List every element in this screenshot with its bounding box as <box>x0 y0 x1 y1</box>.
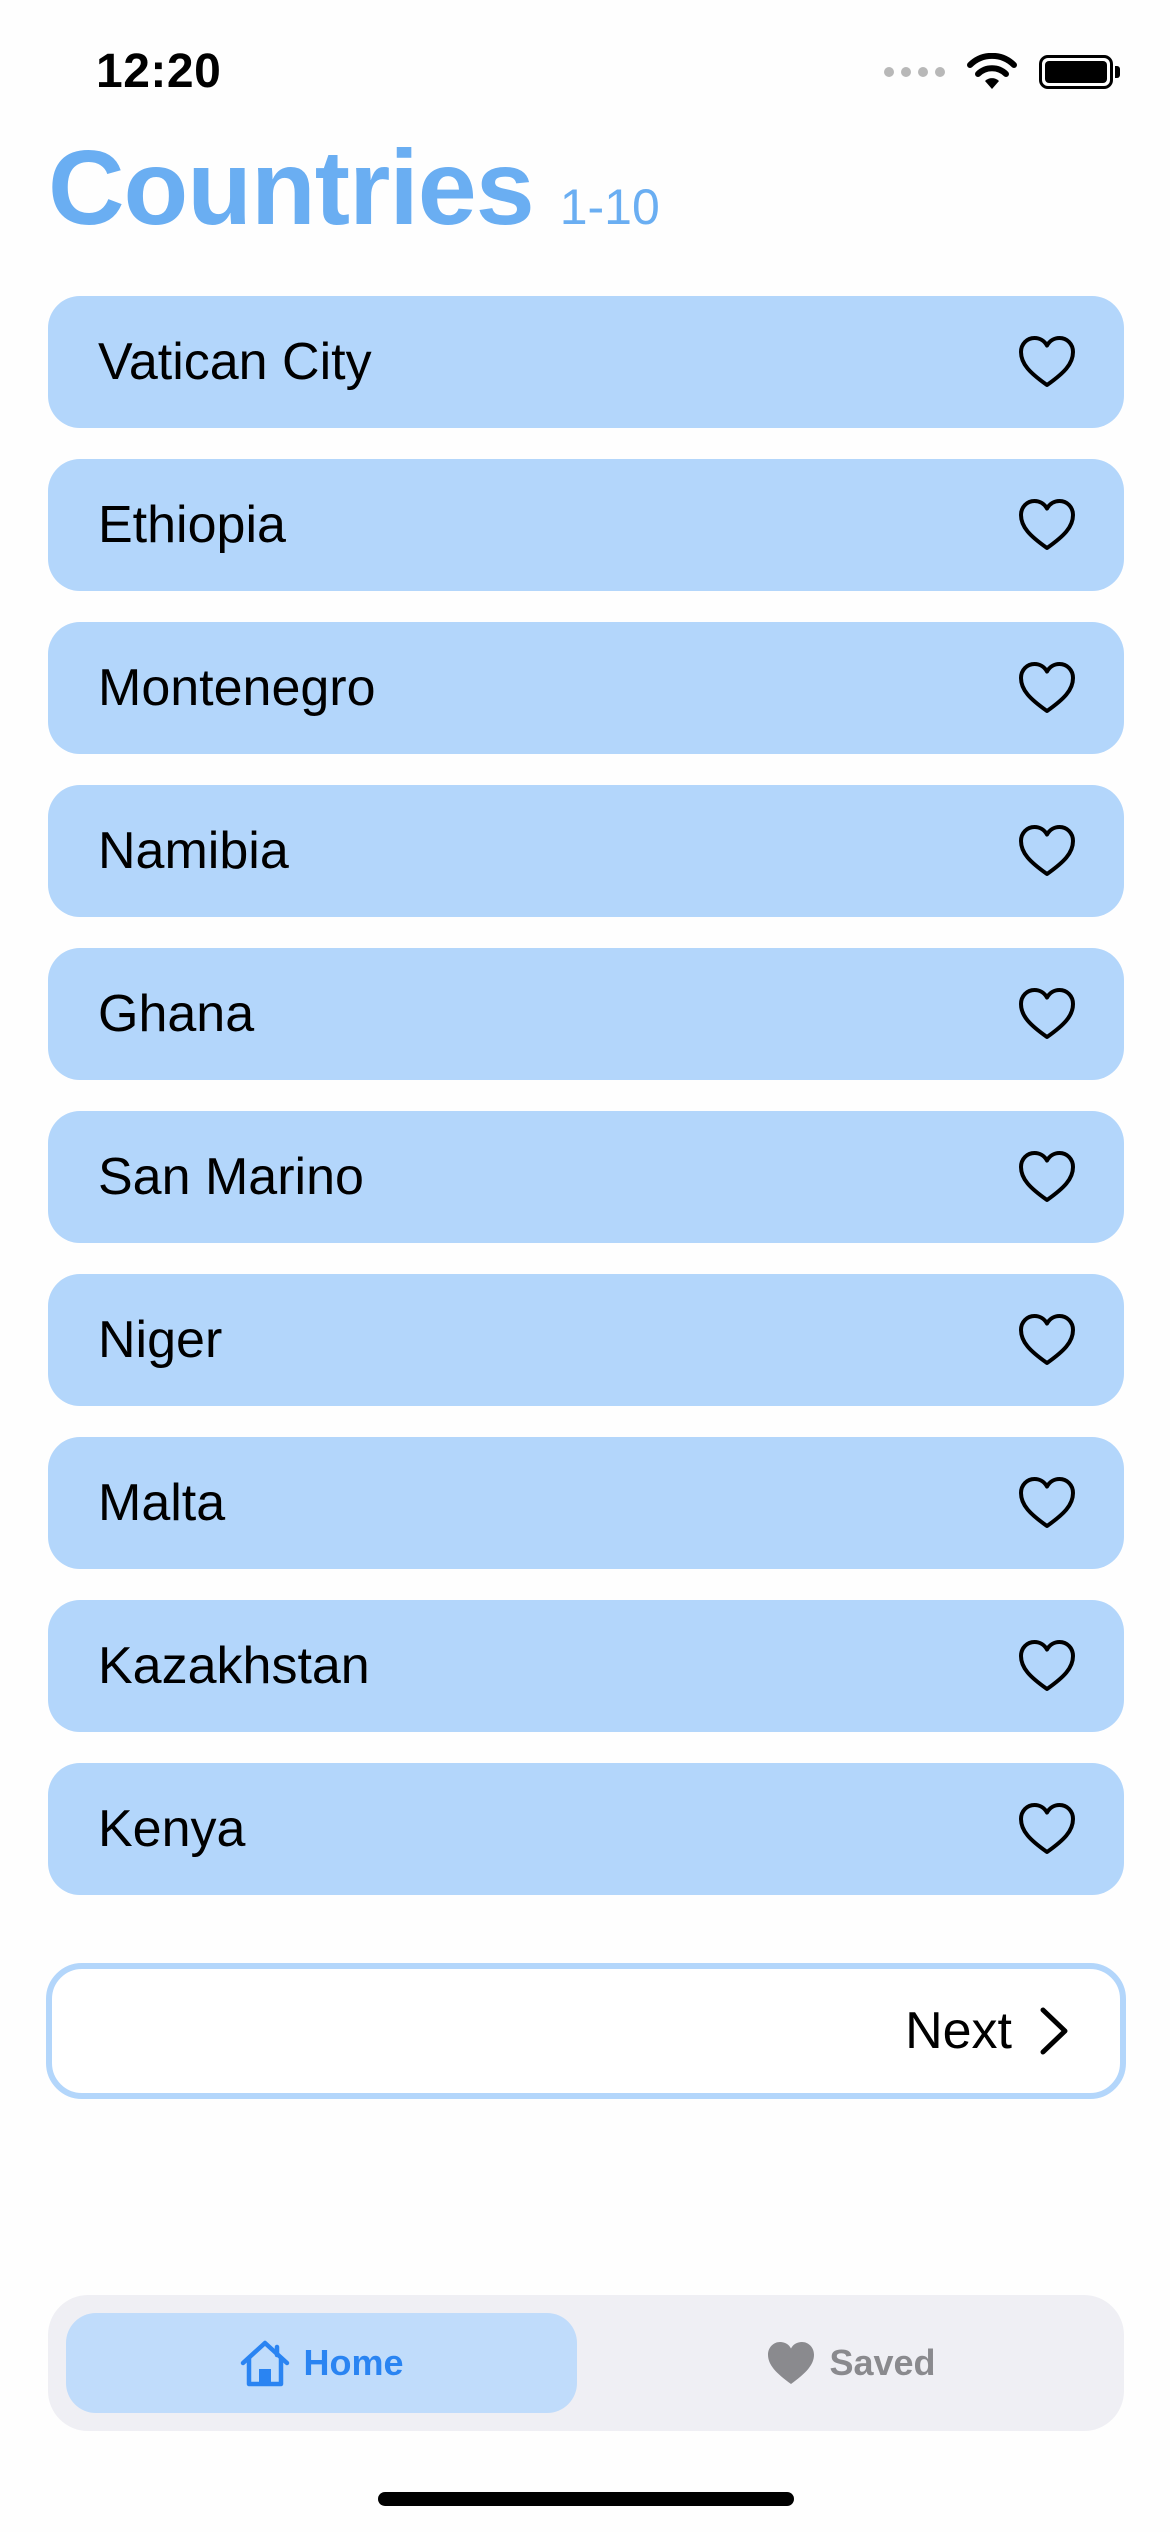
country-row-3[interactable]: Montenegro <box>48 622 1124 754</box>
heart-outline-icon[interactable] <box>1018 1313 1076 1367</box>
app-screen: 12:20 Countries 1-10 Vatican City Ethiop… <box>0 0 1170 2532</box>
country-row-9[interactable]: Kazakhstan <box>48 1600 1124 1732</box>
heart-outline-icon[interactable] <box>1018 1476 1076 1530</box>
heart-outline-icon[interactable] <box>1018 1150 1076 1204</box>
country-row-7[interactable]: Niger <box>48 1274 1124 1406</box>
heart-outline-icon[interactable] <box>1018 1802 1076 1856</box>
tab-home-label: Home <box>303 2342 404 2383</box>
country-row-2[interactable]: Ethiopia <box>48 459 1124 591</box>
wifi-icon <box>967 53 1017 89</box>
tab-saved[interactable]: Saved <box>595 2313 1106 2413</box>
tab-home[interactable]: Home <box>66 2313 577 2413</box>
country-list: Vatican City Ethiopia Montenegro Namibia… <box>48 296 1124 1926</box>
country-row-6[interactable]: San Marino <box>48 1111 1124 1243</box>
heart-outline-icon[interactable] <box>1018 335 1076 389</box>
country-name: Ethiopia <box>98 496 286 554</box>
page-title: Countries <box>48 129 535 247</box>
country-name: Kenya <box>98 1800 246 1858</box>
heart-outline-icon[interactable] <box>1018 498 1076 552</box>
cellular-signal-icon <box>884 67 945 77</box>
status-time: 12:20 <box>96 45 222 98</box>
status-bar: 12:20 <box>0 0 1170 140</box>
country-name: Namibia <box>98 822 289 880</box>
page-range: 1-10 <box>559 179 660 235</box>
home-indicator[interactable] <box>378 2492 794 2506</box>
heart-outline-icon[interactable] <box>1018 1639 1076 1693</box>
battery-icon <box>1039 55 1120 89</box>
country-row-10[interactable]: Kenya <box>48 1763 1124 1895</box>
status-icons <box>884 50 1120 94</box>
heart-outline-icon[interactable] <box>1018 987 1076 1041</box>
next-label: Next <box>905 2002 1012 2060</box>
heart-filled-icon <box>768 2342 815 2384</box>
next-page-button[interactable]: Next <box>46 1963 1126 2099</box>
chevron-right-icon <box>1040 2007 1068 2055</box>
country-name: Malta <box>98 1474 226 1532</box>
country-name: Ghana <box>98 985 255 1043</box>
heart-outline-icon[interactable] <box>1018 824 1076 878</box>
country-row-8[interactable]: Malta <box>48 1437 1124 1569</box>
tab-saved-label: Saved <box>829 2342 936 2383</box>
heart-outline-icon[interactable] <box>1018 661 1076 715</box>
house-icon <box>241 2340 290 2387</box>
page-header: Countries 1-10 <box>48 128 660 249</box>
country-row-1[interactable]: Vatican City <box>48 296 1124 428</box>
country-row-5[interactable]: Ghana <box>48 948 1124 1080</box>
tab-bar: Home Saved <box>48 2295 1124 2431</box>
country-name: San Marino <box>98 1148 364 1206</box>
country-name: Niger <box>98 1311 223 1369</box>
country-name: Vatican City <box>98 333 372 391</box>
country-row-4[interactable]: Namibia <box>48 785 1124 917</box>
country-name: Montenegro <box>98 659 376 717</box>
country-name: Kazakhstan <box>98 1637 370 1695</box>
